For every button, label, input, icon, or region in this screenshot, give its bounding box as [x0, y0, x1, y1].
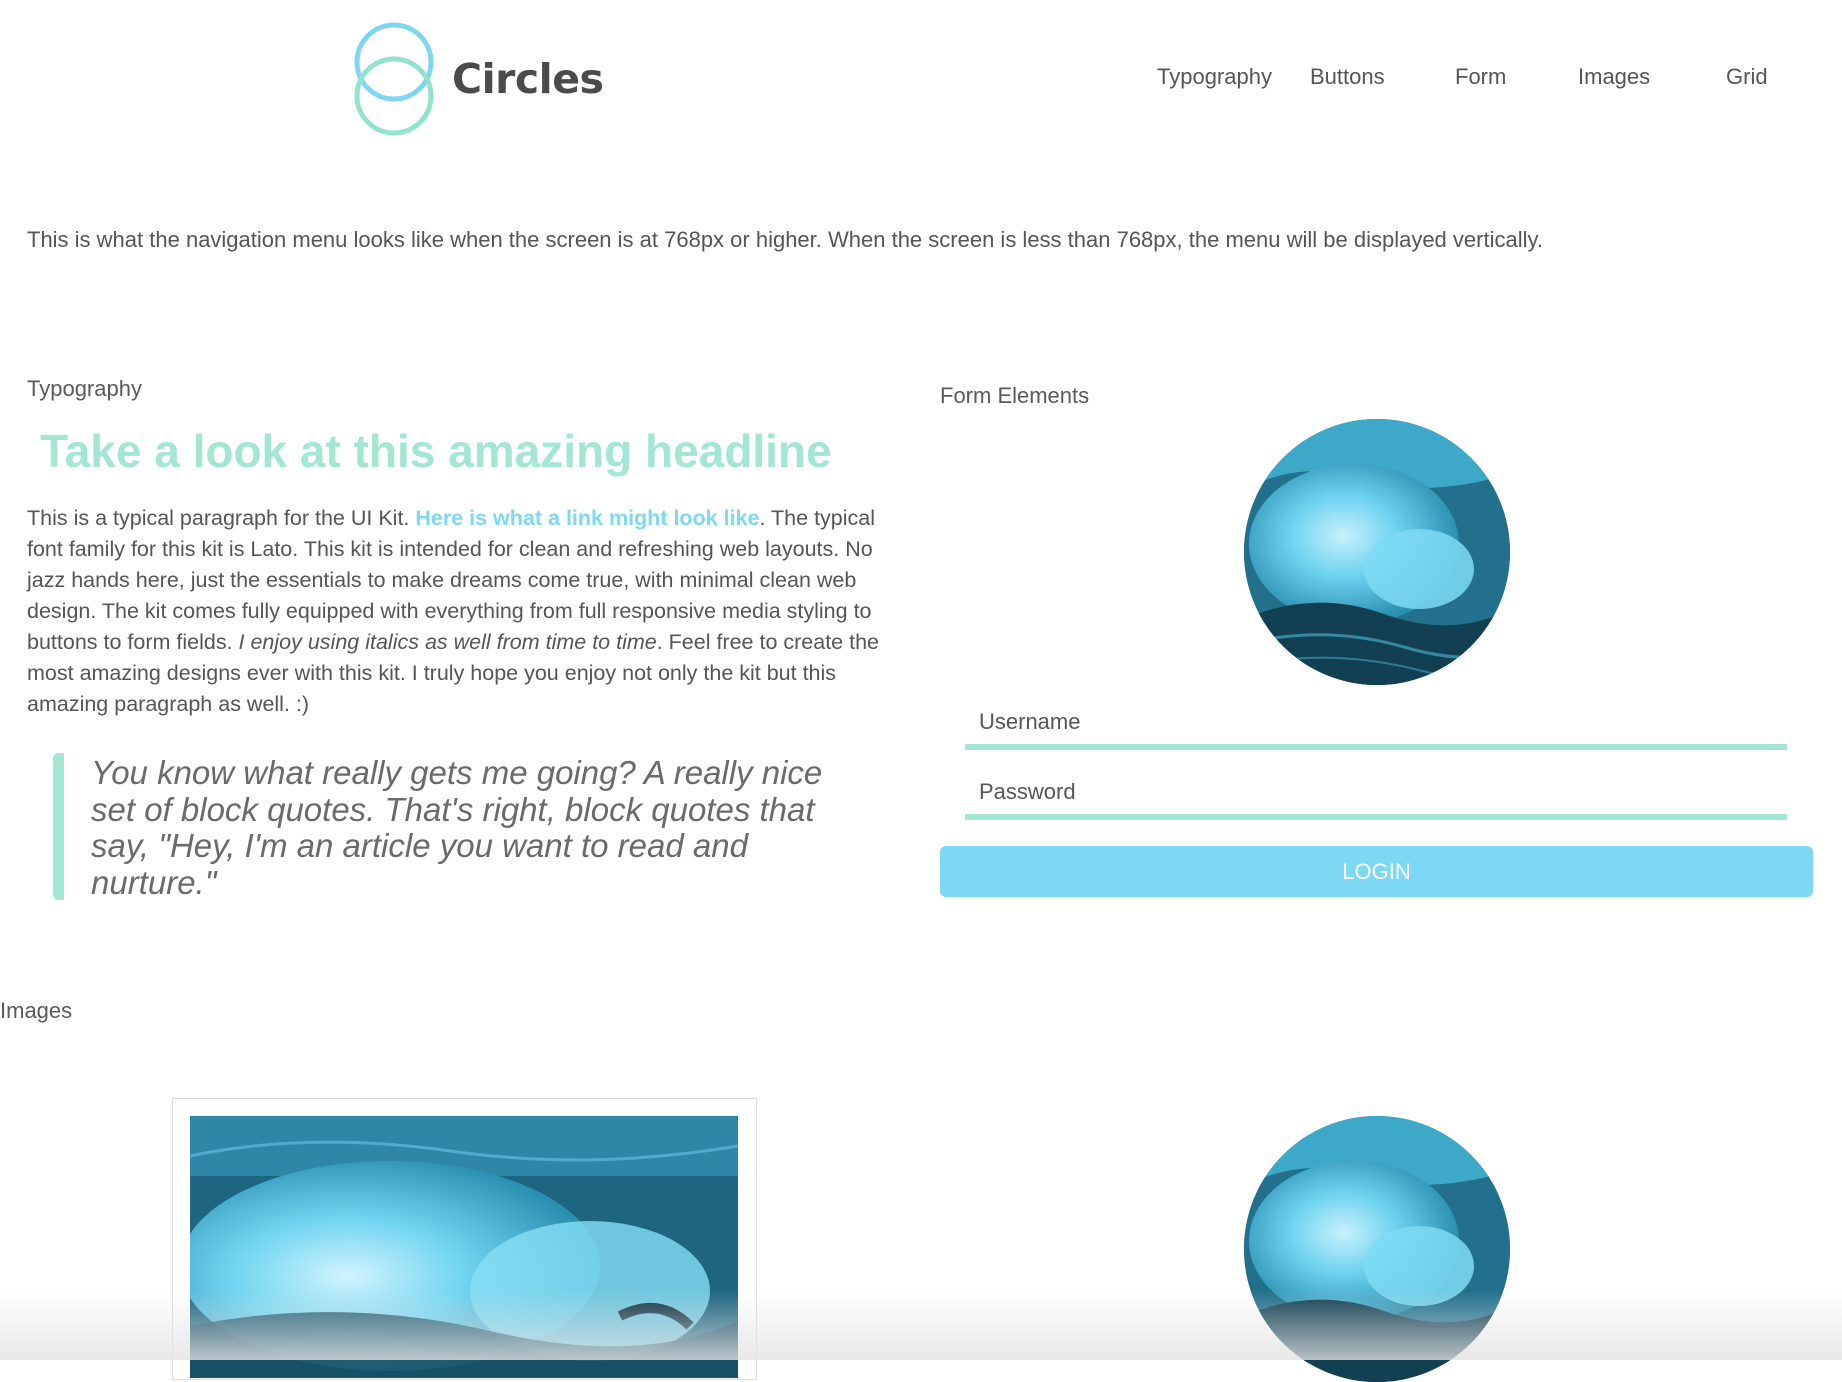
wave-image: [1244, 419, 1510, 685]
paragraph-italic: I enjoy using italics as well from time …: [238, 630, 657, 654]
sample-link[interactable]: Here is what a link might look like: [415, 506, 759, 530]
form-avatar-image: [1244, 419, 1510, 685]
main-nav: Typography Buttons Form Images Grid: [0, 64, 1842, 94]
body-paragraph: This is a typical paragraph for the UI K…: [27, 503, 882, 720]
nav-grid[interactable]: Grid: [1726, 64, 1768, 90]
images-section-label: Images: [0, 998, 73, 1023]
block-quote: You know what really gets me going? A re…: [53, 753, 844, 900]
nav-images[interactable]: Images: [1578, 64, 1650, 90]
framed-image-inner: [190, 1116, 738, 1378]
nav-form[interactable]: Form: [1455, 64, 1506, 90]
nav-typography[interactable]: Typography: [1157, 64, 1272, 90]
block-quote-text: You know what really gets me going? A re…: [91, 754, 823, 901]
password-input[interactable]: [965, 770, 1787, 820]
nav-note: This is what the navigation menu looks l…: [27, 227, 1543, 252]
form-section-label: Form Elements: [940, 383, 1090, 408]
username-input[interactable]: [965, 700, 1787, 750]
nav-buttons[interactable]: Buttons: [1310, 64, 1385, 90]
rounded-image: [1244, 1116, 1510, 1382]
login-button[interactable]: LOGIN: [940, 846, 1813, 897]
typography-section-label: Typography: [27, 376, 142, 401]
framed-image: [172, 1098, 757, 1380]
wave-image: [190, 1116, 738, 1378]
headline: Take a look at this amazing headline: [40, 425, 832, 477]
paragraph-intro: This is a typical paragraph for the UI K…: [27, 506, 416, 530]
wave-image: [1244, 1116, 1510, 1382]
